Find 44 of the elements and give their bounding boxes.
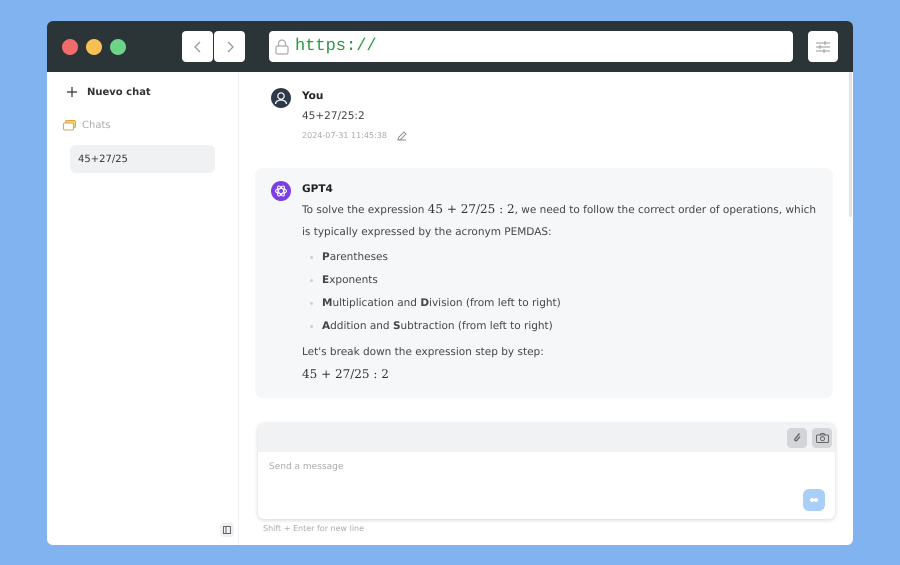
chat-item[interactable]: 45+27/25 [70, 145, 215, 173]
camera-icon [816, 432, 828, 442]
edit-pencil-icon[interactable] [396, 131, 407, 141]
new-chat-button[interactable]: Nuevo chat [61, 84, 224, 100]
settings-button[interactable] [808, 31, 838, 62]
list-item-text: Multiplication and Division (from left to right) [322, 296, 561, 311]
address-bar[interactable]: https:// [269, 31, 793, 62]
camera-button[interactable] [812, 428, 832, 448]
bullet-icon [310, 279, 313, 282]
assistant-avatar-icon [271, 181, 291, 201]
list-item-text: Parentheses [322, 250, 388, 265]
list-item-text: Addition and Subtraction (from left to right) [322, 318, 553, 334]
author-name: GPT4 [302, 182, 333, 197]
back-button[interactable] [182, 31, 213, 62]
message-text: 45+27/25:2 [302, 109, 365, 124]
paperclip-icon [793, 432, 801, 443]
author-name: You [302, 89, 324, 104]
message-text: Let's break down the expression step by step: [302, 345, 544, 360]
sidebar-icon [223, 526, 231, 534]
bullet-icon [310, 256, 313, 259]
maximize-button[interactable] [110, 38, 126, 54]
sliders-icon [816, 40, 830, 52]
dots-icon [810, 498, 818, 502]
chevron-right-icon [226, 40, 234, 52]
math-expression: 45 + 27/25 : 2 [302, 366, 389, 383]
message-input[interactable]: Send a message [269, 461, 824, 474]
list-item-text: Exponents [322, 272, 378, 288]
url-text: https:// [295, 36, 377, 58]
bullet-icon [310, 302, 313, 305]
chevron-left-icon [194, 40, 202, 52]
user-avatar-icon [271, 88, 291, 108]
plus-icon [67, 87, 77, 97]
chat-bubbles-icon [63, 120, 76, 131]
forward-button[interactable] [214, 31, 245, 62]
close-button[interactable] [62, 38, 78, 54]
attach-button[interactable] [787, 428, 807, 448]
section-label: Chats [82, 119, 111, 133]
minimize-button[interactable] [86, 38, 102, 54]
timestamp: 2024-07-31 11:45:38 [302, 130, 387, 142]
hint-text: Shift + Enter for new line [263, 523, 366, 535]
message-text: To solve the expression 45 + 27/25 : 2, we need to follow the correct order of operations, which is typically expressed by the acronym PEMDAS: [302, 201, 817, 240]
lock-icon [275, 38, 289, 54]
bullet-icon [310, 325, 313, 328]
sidebar-toggle-button[interactable] [220, 523, 234, 537]
